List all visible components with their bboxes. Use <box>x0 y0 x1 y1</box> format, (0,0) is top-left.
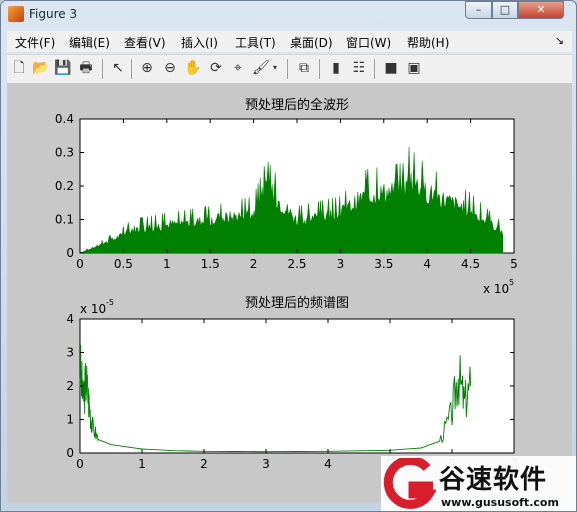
brand-url: www.gususoft.com <box>441 496 559 509</box>
x-tick-label: 2.5 <box>287 257 306 271</box>
plots-svg: 0 0.5 1 1.5 2 2.5 3 3.5 4 4.5 5 0 0.1 0.2 0.3 0.4 预处理后的… <box>55 97 518 471</box>
menu-insert[interactable]: 插入(I) <box>181 34 218 51</box>
brush-icon[interactable]: 🖌 <box>252 59 270 77</box>
matlab-icon <box>8 6 24 22</box>
x-tick-label: 3.5 <box>374 257 393 271</box>
open-folder-icon[interactable]: 📂 <box>32 59 50 77</box>
toolbar-separator <box>102 59 103 79</box>
y-tick-label: 2 <box>66 379 74 393</box>
x-tick-label: 3 <box>262 457 270 471</box>
axes-1-title: 预处理后的全波形 <box>245 97 349 113</box>
x-tick-label: 1.5 <box>201 257 220 271</box>
link-icon[interactable]: ⧉ <box>295 59 313 77</box>
x-tick-label: 4.5 <box>461 257 480 271</box>
y-tick-label: 0.3 <box>55 146 74 160</box>
menu-help[interactable]: 帮助(H) <box>407 34 449 51</box>
menu-window[interactable]: 窗口(W) <box>346 34 391 51</box>
y-tick-label: 1 <box>66 413 74 427</box>
y-tick-label: 0.2 <box>55 179 74 193</box>
pointer-icon[interactable]: ↖ <box>109 59 127 77</box>
axes-2-y-multiplier: x 10 <box>80 302 106 316</box>
title-bar[interactable]: Figure 3 – □ ✕ <box>1 1 576 29</box>
axes-2-background <box>79 318 515 454</box>
hide-plot-tools-icon[interactable]: ■ <box>382 59 400 77</box>
menu-bar: 文件(F) 编辑(E) 查看(V) 插入(I) 工具(T) 桌面(D) 窗口(W… <box>7 31 572 52</box>
close-button[interactable]: ✕ <box>518 1 564 19</box>
show-plot-tools-icon[interactable]: ▣ <box>405 59 423 77</box>
zoom-in-icon[interactable]: ⊕ <box>138 59 156 77</box>
save-icon[interactable]: 💾 <box>54 59 72 77</box>
maximize-button[interactable]: □ <box>492 1 518 19</box>
window-title: Figure 3 <box>29 7 78 21</box>
x-tick-label: 2 <box>250 257 258 271</box>
y-tick-label: 3 <box>66 346 74 360</box>
data-cursor-icon[interactable]: ⌖ <box>229 59 247 77</box>
brush-dropdown-icon[interactable]: ▾ <box>270 59 280 77</box>
axes-2-y-multiplier-exp: -5 <box>106 298 114 307</box>
toolbar-separator <box>374 59 375 79</box>
toolbar: 🗋 📂 💾 🖶 ↖ ⊕ ⊖ ✋ ⟳ ⌖ 🖌 ▾ ⧉ ▮ ☷ ■ ▣ <box>7 54 572 84</box>
menu-view[interactable]: 查看(V) <box>124 34 166 51</box>
figure-window: Figure 3 – □ ✕ 文件(F) 编辑(E) 查看(V) 插入(I) 工… <box>0 0 577 512</box>
toolbar-separator <box>319 59 320 79</box>
zoom-out-icon[interactable]: ⊖ <box>161 59 179 77</box>
y-tick-label: 0 <box>66 246 74 260</box>
x-tick-label: 0 <box>76 257 84 271</box>
dock-arrow-icon[interactable]: ↘ <box>555 34 564 47</box>
toolbar-separator <box>131 59 132 79</box>
y-tick-label: 0.4 <box>55 112 74 126</box>
y-tick-label: 4 <box>66 312 74 326</box>
x-tick-label: 4 <box>423 257 431 271</box>
menu-file[interactable]: 文件(F) <box>15 34 55 51</box>
print-icon[interactable]: 🖶 <box>77 59 95 77</box>
x-tick-label: 0.5 <box>114 257 133 271</box>
x-tick-label: 4 <box>324 457 332 471</box>
rotate-icon[interactable]: ⟳ <box>207 59 225 77</box>
toolbar-separator <box>287 59 288 79</box>
x-tick-label: 5 <box>510 257 518 271</box>
x-tick-label: 2 <box>200 457 208 471</box>
x-tick-label: 1 <box>138 457 146 471</box>
colorbar-icon[interactable]: ▮ <box>327 59 345 77</box>
menu-edit[interactable]: 编辑(E) <box>69 34 110 51</box>
watermark-logo: 谷速软件 www.gususoft.com <box>381 456 576 511</box>
axes-1-x-multiplier: x 10 <box>483 282 509 296</box>
y-tick-label: 0 <box>66 446 74 460</box>
new-file-icon[interactable]: 🗋 <box>10 59 28 77</box>
brand-logo-icon <box>383 458 436 509</box>
x-tick-label: 1 <box>163 257 171 271</box>
minimize-button[interactable]: – <box>465 1 492 19</box>
y-tick-label: 0.1 <box>55 213 74 227</box>
axes-1-x-multiplier-exp: 5 <box>509 278 514 287</box>
axes-2-title: 预处理后的频谱图 <box>245 295 349 311</box>
legend-icon[interactable]: ☷ <box>350 59 368 77</box>
x-tick-label: 3 <box>337 257 345 271</box>
menu-desktop[interactable]: 桌面(D) <box>290 34 333 51</box>
pan-hand-icon[interactable]: ✋ <box>184 59 202 77</box>
menu-tools[interactable]: 工具(T) <box>235 34 276 51</box>
x-tick-label: 0 <box>76 457 84 471</box>
figure-canvas: 0 0.5 1 1.5 2 2.5 3 3.5 4 4.5 5 0 0.1 0.2 0.3 0.4 预处理后的… <box>7 83 572 503</box>
brand-name: 谷速软件 <box>439 465 548 495</box>
